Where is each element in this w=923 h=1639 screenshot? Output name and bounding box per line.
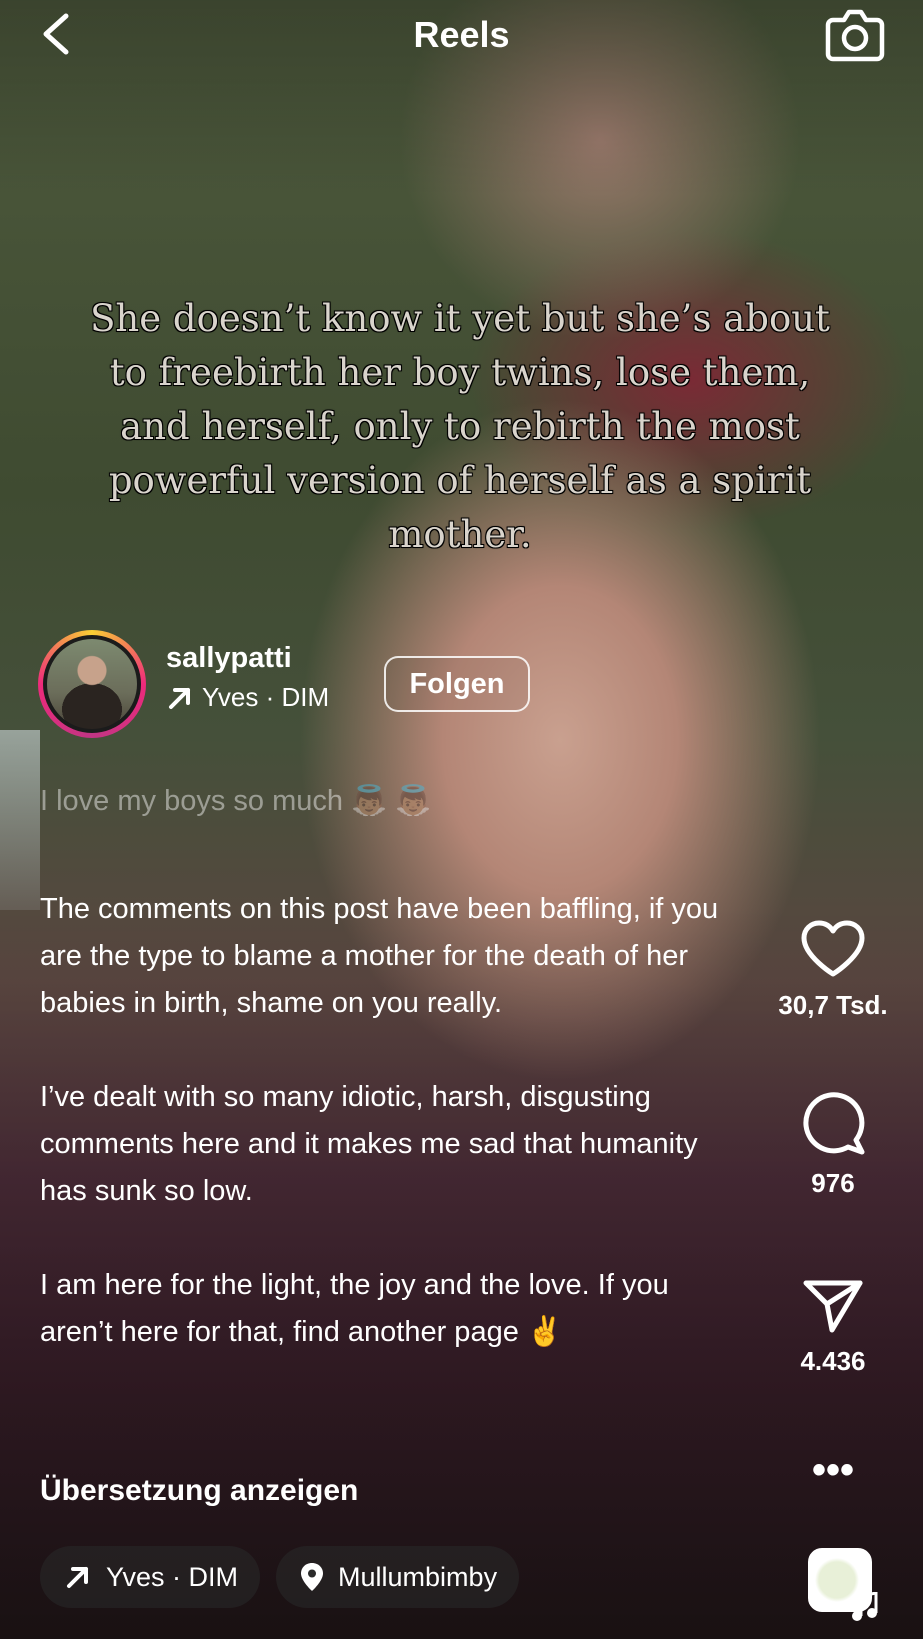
video-overlay-gradient xyxy=(0,0,923,1639)
avatar[interactable] xyxy=(38,630,146,738)
audio-track-thumbnail[interactable] xyxy=(808,1548,878,1621)
arrow-up-right-icon xyxy=(169,687,190,709)
audio-attribution[interactable]: Yves · DIM xyxy=(166,682,329,713)
audio-chip-label: Yves · DIM xyxy=(106,1561,239,1592)
share-count: 4.436 xyxy=(800,1346,866,1376)
avatar-photo xyxy=(47,639,137,729)
camera-button[interactable] xyxy=(825,6,885,62)
map-pin-icon xyxy=(301,1563,324,1591)
audio-chip[interactable]: Yves · DIM xyxy=(40,1546,261,1608)
username[interactable]: sallypatti xyxy=(166,642,292,675)
top-bar: Reels xyxy=(0,0,923,70)
show-translation-link[interactable]: Übersetzung anzeigen xyxy=(40,1474,358,1508)
music-note-icon xyxy=(852,1592,878,1621)
comment-bubble-icon xyxy=(803,1092,865,1155)
like-count: 30,7 Tsd. xyxy=(778,990,888,1020)
audio-attribution-label: Yves · DIM xyxy=(202,682,330,712)
author-row: sallypatti Yves · DIM Folgen xyxy=(38,630,598,740)
video-overlay-text: She doesn’t know it yet but she’s about … xyxy=(90,297,830,556)
share-action[interactable]: 4.436 xyxy=(763,1278,903,1377)
heart-icon xyxy=(801,920,865,977)
caption-faded-line: I love my boys so much 👼🏽 👼🏽 xyxy=(40,785,432,817)
like-action[interactable]: 30,7 Tsd. xyxy=(763,920,903,1021)
reel-screen[interactable]: Reels She doesn’t know it yet but she’s … xyxy=(0,0,923,1639)
location-chip[interactable]: Mullumbimby xyxy=(276,1546,520,1608)
follow-button[interactable]: Folgen xyxy=(384,656,530,712)
metadata-chips: Yves · DIM Mullumbimby xyxy=(40,1546,520,1608)
page-title: Reels xyxy=(413,14,510,55)
location-chip-label: Mullumbimby xyxy=(338,1561,498,1592)
paper-plane-icon xyxy=(803,1280,863,1333)
camera-icon xyxy=(825,9,885,62)
arrow-up-right-icon xyxy=(67,1567,88,1588)
comment-count: 976 xyxy=(811,1168,855,1198)
more-options-button[interactable]: ••• xyxy=(763,1450,903,1490)
caption-text[interactable]: The comments on this post have been baff… xyxy=(40,886,740,1356)
comment-action[interactable]: 976 xyxy=(763,1090,903,1199)
